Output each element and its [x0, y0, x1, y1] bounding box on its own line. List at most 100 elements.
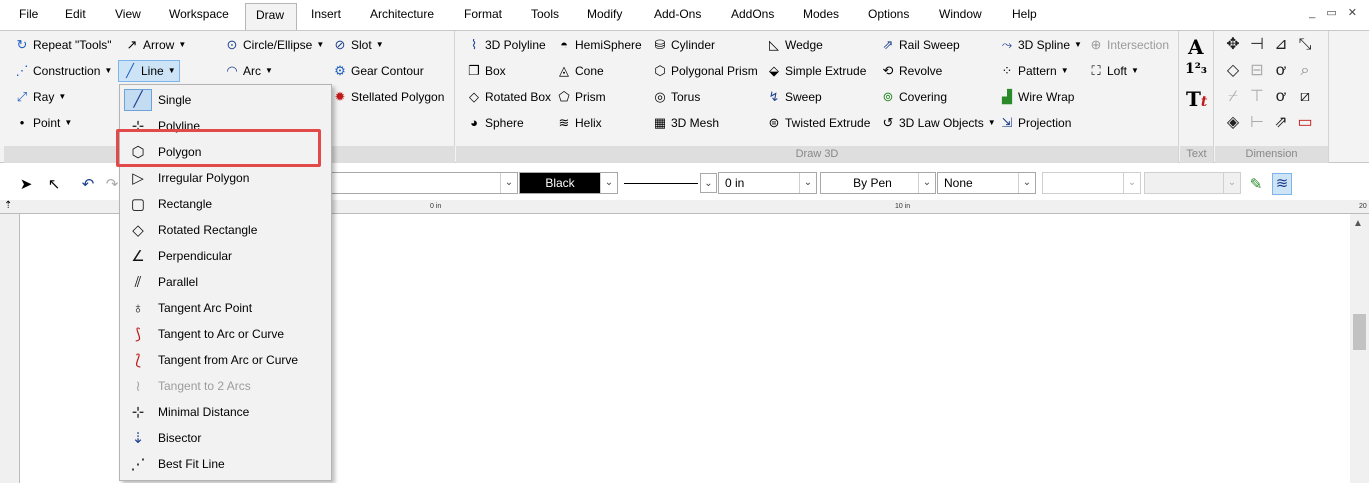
menu-format[interactable]: Format [464, 7, 502, 21]
simple-extrude-button[interactable]: ⬙ Simple Extrude [766, 60, 866, 82]
dimension-baseline-icon[interactable]: ⊟ [1247, 61, 1267, 81]
pattern-button[interactable]: ⁘ Pattern ▼ [999, 60, 1069, 82]
dimension-datum-icon[interactable]: ⊢ [1247, 113, 1267, 133]
dimension-zoom-icon[interactable]: ⌕ [1295, 61, 1315, 81]
3d-mesh-button[interactable]: ▦ 3D Mesh [652, 112, 719, 134]
menu-modify[interactable]: Modify [587, 7, 622, 21]
menu-tools[interactable]: Tools [531, 7, 559, 21]
dimension-radius-icon[interactable]: ơ [1271, 61, 1291, 81]
menu-item-rectangle[interactable]: ▢ Rectangle [122, 191, 329, 217]
arrow-button[interactable]: ↗ Arrow ▼ [124, 34, 187, 56]
menu-add-ons[interactable]: Add-Ons [654, 7, 701, 21]
menu-item-rotated-rectangle[interactable]: ◇ Rotated Rectangle [122, 217, 329, 243]
select-edit-icon[interactable]: ↖ [44, 175, 64, 193]
line-style-select[interactable]: ⌄ [619, 172, 718, 194]
3d-law-objects-button[interactable]: ↺ 3D Law Objects ▼ [880, 112, 996, 134]
pen-select[interactable]: By Pen ⌄ [820, 172, 936, 194]
helix-button[interactable]: ≋ Helix [556, 112, 602, 134]
intersection-button[interactable]: ⊕ Intersection [1088, 34, 1170, 56]
color-select[interactable]: Black ⌄ [519, 172, 618, 194]
layer-select[interactable]: ⌄ [330, 172, 518, 194]
loft-button[interactable]: ⛶ Loft ▼ [1088, 60, 1139, 82]
vertical-scrollbar[interactable]: ▲ [1350, 214, 1369, 483]
menu-draw[interactable]: Draw [245, 3, 297, 32]
dimension-angular-icon[interactable]: ⊿ [1271, 35, 1291, 55]
transparency-select[interactable]: ⌄ [1144, 172, 1241, 194]
hemisphere-button[interactable]: ◓ HemiSphere [556, 34, 642, 56]
projection-button[interactable]: ⇲ Projection [999, 112, 1072, 134]
menu-item-single[interactable]: ╱ Single [122, 87, 329, 113]
menu-item-tangent-from-arc[interactable]: ⟅ Tangent from Arc or Curve [122, 347, 329, 373]
cylinder-button[interactable]: ⛁ Cylinder [652, 34, 715, 56]
stellated-polygon-button[interactable]: ✹ Stellated Polygon [332, 86, 445, 108]
menu-item-irregular-polygon[interactable]: ▷ Irregular Polygon [122, 165, 329, 191]
torus-button[interactable]: ◎ Torus [652, 86, 700, 108]
scrollbar-thumb[interactable] [1353, 314, 1366, 350]
text-style-icon[interactable]: Tt [1186, 87, 1207, 111]
menu-options[interactable]: Options [868, 7, 909, 21]
dimension-callout-icon[interactable]: ⇗ [1271, 113, 1291, 133]
box-button[interactable]: ❐ Box [466, 60, 506, 82]
menu-item-tangent-to-arc[interactable]: ⟆ Tangent to Arc or Curve [122, 321, 329, 347]
menu-item-parallel[interactable]: ⫽ Parallel [122, 269, 329, 295]
repeat-tools-button[interactable]: ↻ Repeat "Tools" [14, 34, 112, 56]
3d-spline-button[interactable]: ⤳ 3D Spline ▼ [999, 34, 1082, 56]
dimension-rotated-icon[interactable]: ◇ [1223, 61, 1243, 81]
rotated-box-button[interactable]: ◇ Rotated Box [466, 86, 551, 108]
cone-button[interactable]: ◬ Cone [556, 60, 604, 82]
dimension-ordinate-icon[interactable]: ⊤ [1247, 87, 1267, 107]
menu-edit[interactable]: Edit [65, 7, 86, 21]
arc-button[interactable]: ◠ Arc ▼ [224, 60, 273, 82]
dimension-leader-icon[interactable]: ⤡ [1295, 35, 1315, 55]
window-controls[interactable]: _ ▭ ✕ [1309, 6, 1361, 19]
3d-polyline-button[interactable]: ⌇ 3D Polyline [466, 34, 546, 56]
scroll-up-icon[interactable]: ▲ [1353, 218, 1363, 229]
wedge-button[interactable]: ◺ Wedge [766, 34, 823, 56]
menu-item-minimal-distance[interactable]: ⊹ Minimal Distance [122, 399, 329, 425]
numbering-icon[interactable]: 1²₃ [1185, 61, 1207, 77]
line-width-select[interactable]: 0 in ⌄ [718, 172, 817, 194]
menu-help[interactable]: Help [1012, 7, 1037, 21]
gear-contour-button[interactable]: ⚙ Gear Contour [332, 60, 424, 82]
dimension-tolerance-icon[interactable]: ▭ [1295, 113, 1315, 133]
menu-architecture[interactable]: Architecture [370, 7, 434, 21]
menu-window[interactable]: Window [939, 7, 982, 21]
dimension-chain-icon[interactable]: ⌿ [1223, 87, 1243, 107]
menu-modes[interactable]: Modes [803, 7, 839, 21]
wire-wrap-button[interactable]: ▟ Wire Wrap [999, 86, 1074, 108]
menu-item-tangent-arc-point[interactable]: ♁ Tangent Arc Point [122, 295, 329, 321]
twisted-extrude-button[interactable]: ⊜ Twisted Extrude [766, 112, 871, 134]
ray-button[interactable]: ⤢ Ray ▼ [14, 86, 66, 108]
menu-item-tangent-2-arcs[interactable]: ≀ Tangent to 2 Arcs [122, 373, 329, 399]
menu-item-best-fit-line[interactable]: ⋰ Best Fit Line [122, 451, 329, 477]
menu-item-bisector[interactable]: ⇣ Bisector [122, 425, 329, 451]
prism-button[interactable]: ⬠ Prism [556, 86, 605, 108]
menu-workspace[interactable]: Workspace [169, 7, 229, 21]
undo-icon[interactable]: ↶ [78, 175, 98, 193]
circle-ellipse-button[interactable]: ⊙ Circle/Ellipse ▼ [224, 34, 325, 56]
pattern-select[interactable]: ⌄ [1042, 172, 1141, 194]
dimension-center-icon[interactable]: ✥ [1223, 35, 1243, 55]
ruler-origin-icon[interactable]: ⇡ [4, 200, 12, 211]
sweep-button[interactable]: ↯ Sweep [766, 86, 822, 108]
polygonal-prism-button[interactable]: ⬡ Polygonal Prism [652, 60, 757, 82]
text-tool-icon[interactable]: A [1188, 35, 1204, 59]
dimension-linear-icon[interactable]: ⊣ [1247, 35, 1267, 55]
sphere-button[interactable]: ◕ Sphere [466, 112, 524, 134]
rail-sweep-button[interactable]: ⇗ Rail Sweep [880, 34, 960, 56]
dimension-slanted-icon[interactable]: ◈ [1223, 113, 1243, 133]
menu-addons[interactable]: AddOns [731, 7, 774, 21]
dimension-arc-icon[interactable]: ⧄ [1295, 87, 1315, 107]
menu-file[interactable]: File [19, 7, 38, 21]
menu-item-perpendicular[interactable]: ∠ Perpendicular [122, 243, 329, 269]
covering-button[interactable]: ⊚ Covering [880, 86, 947, 108]
slot-button[interactable]: ⊘ Slot ▼ [332, 34, 384, 56]
menu-view[interactable]: View [115, 7, 141, 21]
select-pointer-icon[interactable]: ➤ [16, 175, 36, 193]
revolve-button[interactable]: ⟲ Revolve [880, 60, 943, 82]
fill-select[interactable]: None ⌄ [937, 172, 1036, 194]
construction-button[interactable]: ⋰ Construction ▼ [14, 60, 113, 82]
layers-icon[interactable]: ≋ [1272, 173, 1292, 195]
menu-insert[interactable]: Insert [311, 7, 341, 21]
point-button[interactable]: • Point ▼ [14, 112, 73, 134]
